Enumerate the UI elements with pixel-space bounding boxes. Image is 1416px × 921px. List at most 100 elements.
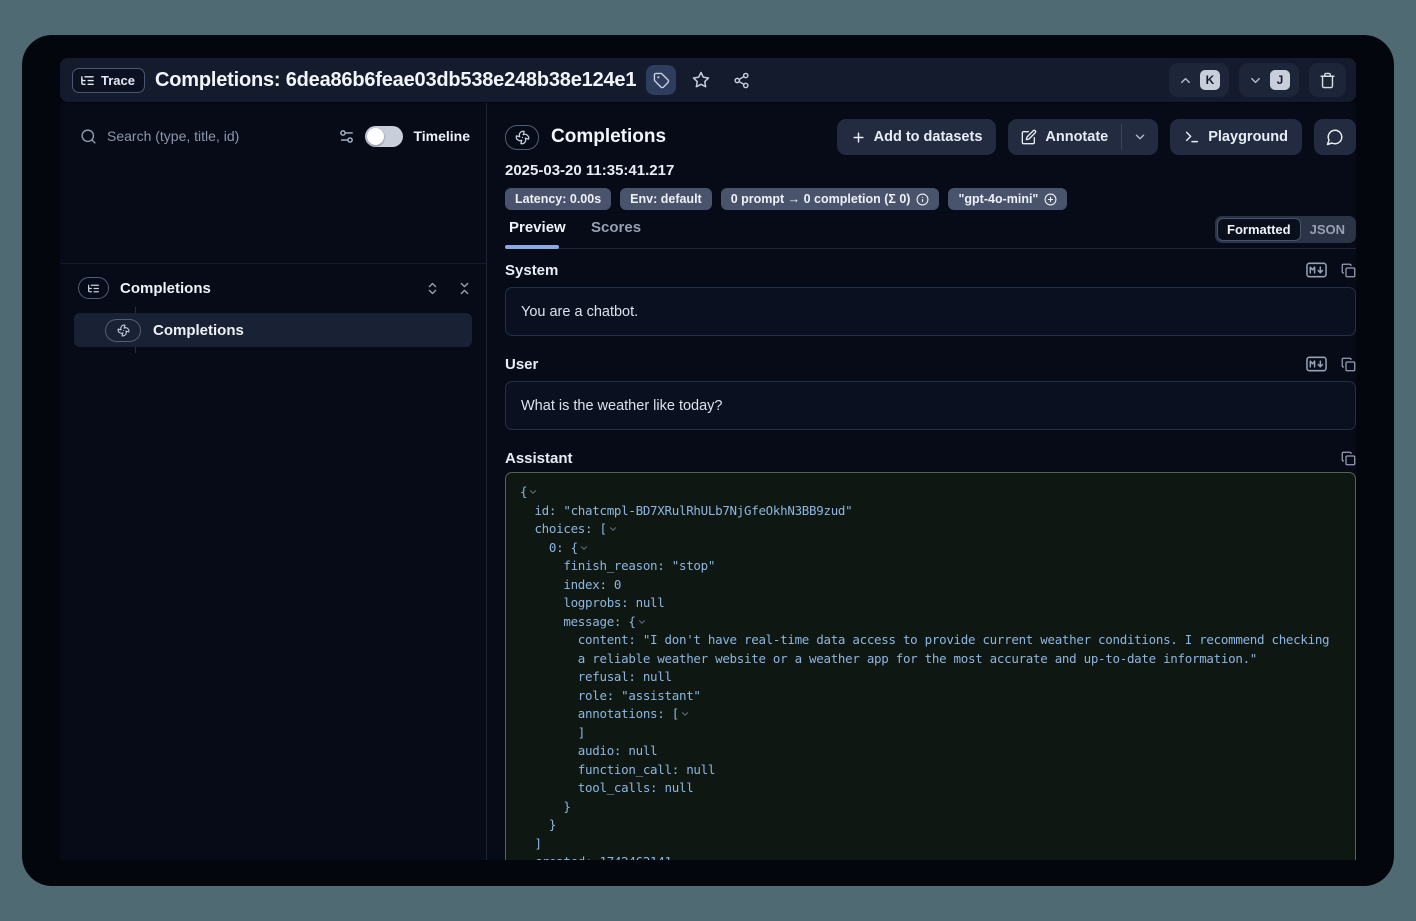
chevron-down-icon <box>1133 130 1147 144</box>
share-button[interactable] <box>726 65 756 95</box>
collapse-chevron-icon[interactable] <box>608 524 618 534</box>
copy-icon <box>1341 263 1356 278</box>
observation-header: Completions Add to datasets Annotate <box>505 117 1356 157</box>
tree-root-label: Completions <box>120 280 211 297</box>
markdown-toggle-button[interactable] <box>1306 356 1327 372</box>
latency-badge: Latency: 0.00s <box>505 188 611 210</box>
json-line: created: 1742462141 <box>520 853 1341 860</box>
environment-badge: Env: default <box>620 188 712 210</box>
nav-next-button[interactable]: J <box>1239 63 1299 97</box>
collapse-chevron-icon[interactable] <box>680 709 690 719</box>
json-line: tool_calls: null <box>520 779 1341 798</box>
token-usage-badge[interactable]: 0 prompt → 0 completion (Σ 0) <box>721 188 940 210</box>
format-json-option[interactable]: JSON <box>1301 218 1354 241</box>
markdown-icon <box>1306 356 1327 372</box>
token-usage-label: 0 prompt → 0 completion (Σ 0) <box>731 192 911 206</box>
json-line: role: "assistant" <box>520 687 1341 706</box>
json-line: finish_reason: "stop" <box>520 557 1341 576</box>
tree-item-trace-root[interactable]: Completions <box>60 271 486 305</box>
sidebar-header-divider <box>60 263 486 264</box>
json-line: a reliable weather website or a weather … <box>520 650 1341 669</box>
playground-label: Playground <box>1208 129 1288 145</box>
tree-child-label: Completions <box>153 322 244 339</box>
system-section-header: System <box>505 260 1356 280</box>
copy-button[interactable] <box>1341 357 1356 372</box>
collapse-chevron-icon[interactable] <box>579 543 589 553</box>
playground-button[interactable]: Playground <box>1170 119 1302 155</box>
user-section-header: User <box>505 354 1356 374</box>
trace-type-badge: Trace <box>72 68 145 93</box>
json-line: logprobs: null <box>520 594 1341 613</box>
assistant-section-actions <box>1341 451 1356 466</box>
chevron-down-icon <box>1248 73 1263 88</box>
annotate-label: Annotate <box>1045 129 1108 145</box>
chevrons-up-down-icon <box>425 281 440 296</box>
content-area: Timeline Completions <box>60 103 1356 860</box>
model-badge[interactable]: "gpt-4o-mini" <box>948 188 1067 210</box>
bookmark-star-button[interactable] <box>686 65 716 95</box>
model-badge-label: "gpt-4o-mini" <box>958 192 1038 206</box>
tab-preview[interactable]: Preview <box>509 219 566 236</box>
system-message-box: You are a chatbot. <box>505 287 1356 336</box>
generation-pill-badge <box>105 319 141 342</box>
json-line: message: { <box>520 613 1341 632</box>
nav-previous-button[interactable]: K <box>1169 63 1229 97</box>
markdown-toggle-button[interactable] <box>1306 262 1327 278</box>
json-line: function_call: null <box>520 761 1341 780</box>
annotate-dropdown-button[interactable] <box>1122 119 1158 155</box>
delete-trace-button[interactable] <box>1309 63 1346 97</box>
trash-icon <box>1319 72 1336 89</box>
user-label: User <box>505 356 538 373</box>
timeline-toggle-label: Timeline <box>413 128 470 144</box>
keycap-j: J <box>1270 70 1290 90</box>
star-icon <box>692 71 710 89</box>
active-tab-underline <box>505 245 559 249</box>
user-section-actions <box>1306 356 1356 372</box>
json-line: audio: null <box>520 742 1341 761</box>
add-to-datasets-button[interactable]: Add to datasets <box>837 119 997 155</box>
json-line: { <box>520 483 1341 502</box>
copy-button[interactable] <box>1341 451 1356 466</box>
format-formatted-option[interactable]: Formatted <box>1217 218 1301 241</box>
search-input[interactable] <box>107 128 328 144</box>
assistant-code: { id: "chatcmpl-BD7XRulRhULb7NjGfeOkhN3B… <box>520 483 1341 860</box>
generation-pill-badge <box>505 125 539 150</box>
tab-preview-label: Preview <box>509 219 566 236</box>
message-circle-icon <box>1326 128 1344 146</box>
plus-circle-icon <box>1044 193 1057 206</box>
assistant-label: Assistant <box>505 450 573 467</box>
collapse-chevron-icon[interactable] <box>528 487 538 497</box>
timeline-toggle[interactable] <box>365 126 403 147</box>
fan-icon <box>515 130 530 145</box>
metadata-badges: Latency: 0.00s Env: default 0 prompt → 0… <box>505 188 1067 210</box>
user-message-text: What is the weather like today? <box>521 398 723 414</box>
copy-button[interactable] <box>1341 263 1356 278</box>
plus-icon <box>851 130 866 145</box>
system-section-actions <box>1306 262 1356 278</box>
comments-button[interactable] <box>1314 119 1356 155</box>
tags-button[interactable] <box>646 65 676 95</box>
json-line: refusal: null <box>520 668 1341 687</box>
collapse-chevron-icon[interactable] <box>637 617 647 627</box>
list-tree-icon <box>80 73 95 88</box>
app-window: Trace Completions: 6dea86b6feae03db538e2… <box>22 35 1394 886</box>
json-line: annotations: [ <box>520 705 1341 724</box>
trace-tree-sidebar: Timeline Completions <box>60 103 486 860</box>
assistant-json-viewer[interactable]: { id: "chatcmpl-BD7XRulRhULb7NjGfeOkhN3B… <box>505 472 1356 860</box>
annotate-button[interactable]: Annotate <box>1008 119 1121 155</box>
json-line: ] <box>520 835 1341 854</box>
trace-title: Completions: 6dea86b6feae03db538e248b38e… <box>155 69 636 92</box>
json-line: } <box>520 816 1341 835</box>
tab-scores-label: Scores <box>591 219 641 236</box>
expand-all-button[interactable] <box>425 281 440 296</box>
collapse-all-button[interactable] <box>457 281 472 296</box>
info-icon <box>916 193 929 206</box>
tree-item-generation-selected[interactable]: Completions <box>74 313 472 347</box>
json-line: ] <box>520 724 1341 743</box>
latency-badge-label: Latency: 0.00s <box>515 192 601 206</box>
system-message-text: You are a chatbot. <box>521 304 638 320</box>
tab-scores[interactable]: Scores <box>591 219 641 236</box>
observation-timestamp: 2025-03-20 11:35:41.217 <box>505 162 674 179</box>
view-settings-icon[interactable] <box>338 128 355 145</box>
json-line: id: "chatcmpl-BD7XRulRhULb7NjGfeOkhN3BB9… <box>520 502 1341 521</box>
